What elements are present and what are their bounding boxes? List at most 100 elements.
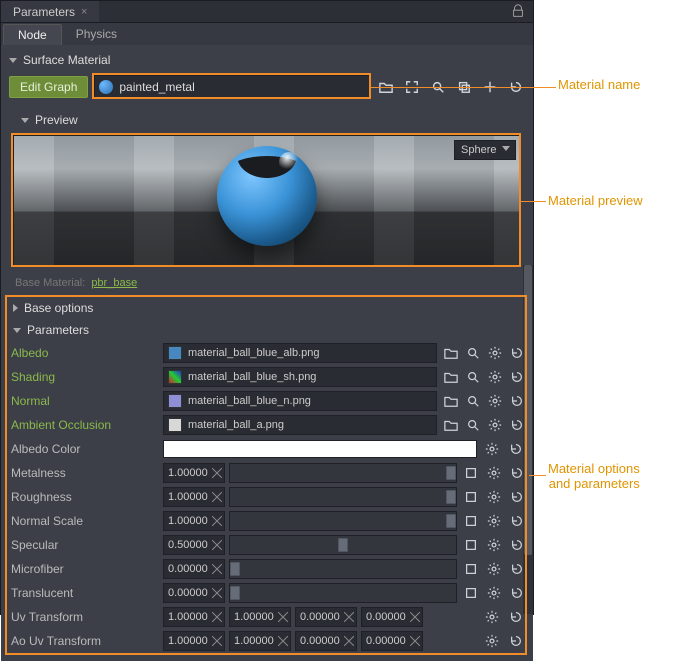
folder-icon[interactable] [443,344,459,362]
material-preview-viewport[interactable]: Sphere [13,135,521,267]
gear-icon[interactable] [483,440,501,458]
search-icon[interactable] [465,392,481,410]
link-icon [210,610,224,624]
panel-tab-parameters[interactable]: Parameters × [1,1,99,22]
number-input[interactable] [163,535,225,555]
keyframe-icon[interactable] [463,488,480,506]
gear-icon[interactable] [483,632,501,650]
color-swatch[interactable] [163,440,477,458]
panel-tab-label: Parameters [13,5,75,19]
folder-icon[interactable] [443,368,459,386]
keyframe-icon[interactable] [463,560,480,578]
number-input[interactable] [361,607,423,627]
tab-physics[interactable]: Physics [62,24,131,44]
param-label: Uv Transform [9,610,157,624]
gear-icon[interactable] [486,488,503,506]
gear-icon[interactable] [483,608,501,626]
param-row-vector: Uv Transform [9,605,525,629]
keyframe-icon[interactable] [463,536,480,554]
number-input[interactable] [295,607,357,627]
param-row-slider: Translucent [9,581,525,605]
file-input[interactable]: material_ball_blue_n.png [163,391,437,411]
keyframe-icon[interactable] [463,584,480,602]
preview-sphere [217,146,317,246]
section-label: Parameters [27,323,89,337]
gear-icon[interactable] [487,392,503,410]
param-label: Ao Uv Transform [9,634,157,648]
file-input[interactable]: material_ball_blue_alb.png [163,343,437,363]
search-icon[interactable] [465,344,481,362]
tab-node[interactable]: Node [3,24,62,45]
number-input[interactable] [163,631,225,651]
panel-tabs: Parameters × [1,1,533,23]
param-label: Microfiber [9,562,157,576]
gear-icon[interactable] [486,512,503,530]
gear-icon[interactable] [487,368,503,386]
param-row-slider: Specular [9,533,525,557]
number-input[interactable] [295,631,357,651]
number-input[interactable] [163,511,225,531]
param-label: Albedo [9,346,157,360]
section-preview[interactable]: Preview [9,109,525,131]
keyframe-icon[interactable] [463,464,480,482]
search-icon[interactable] [465,368,481,386]
link-icon [210,634,224,648]
gear-icon[interactable] [487,344,503,362]
slider[interactable] [229,559,457,579]
slider[interactable] [229,463,457,483]
param-label: Shading [9,370,157,384]
param-label: Normal [9,394,157,408]
slider[interactable] [229,583,457,603]
material-name-input[interactable] [119,80,366,94]
material-name-field[interactable] [94,75,371,99]
number-input[interactable] [163,559,225,579]
slider[interactable] [229,535,457,555]
base-material-link[interactable]: pbr_base [91,277,137,289]
folder-icon[interactable] [443,416,459,434]
section-parameters[interactable]: Parameters [9,319,525,341]
param-row-vector: Ao Uv Transform [9,629,525,653]
gear-icon[interactable] [487,416,503,434]
close-icon[interactable]: × [81,6,87,18]
param-label: Translucent [9,586,157,600]
gear-icon[interactable] [486,536,503,554]
preview-shape-select[interactable]: Sphere [454,140,516,160]
base-material-row: Base Material: pbr_base [9,275,525,297]
scrollbar-track[interactable] [523,265,533,614]
keyframe-icon[interactable] [463,512,480,530]
chevron-down-icon [9,58,17,63]
texture-thumb [168,370,182,384]
gear-icon[interactable] [486,464,503,482]
scrollbar-thumb[interactable] [524,265,532,555]
material-icon [99,80,113,94]
number-input[interactable] [229,607,291,627]
chevron-down-icon [13,328,21,333]
edit-graph-button[interactable]: Edit Graph [9,76,88,98]
search-icon[interactable] [465,416,481,434]
slider[interactable] [229,511,457,531]
number-input[interactable] [163,607,225,627]
section-label: Surface Material [23,53,110,67]
section-base-options[interactable]: Base options [9,297,525,319]
reset-icon[interactable] [507,632,525,650]
param-row-texture: Ambient Occlusion material_ball_a.png [9,413,525,437]
number-input[interactable] [361,631,423,651]
param-label: Normal Scale [9,514,157,528]
file-input[interactable]: material_ball_a.png [163,415,437,435]
link-icon [276,634,290,648]
panel-body: Surface Material Edit Graph Preview [1,45,533,661]
number-input[interactable] [163,463,225,483]
number-input[interactable] [163,487,225,507]
lock-icon[interactable] [503,1,533,22]
section-label: Base options [24,301,93,315]
section-surface-material[interactable]: Surface Material [9,49,525,71]
param-row-slider: Metalness [9,461,525,485]
gear-icon[interactable] [486,560,503,578]
folder-icon[interactable] [443,392,459,410]
slider[interactable] [229,487,457,507]
gear-icon[interactable] [486,584,503,602]
number-input[interactable] [163,583,225,603]
file-input[interactable]: material_ball_blue_sh.png [163,367,437,387]
link-icon [210,514,224,528]
number-input[interactable] [229,631,291,651]
